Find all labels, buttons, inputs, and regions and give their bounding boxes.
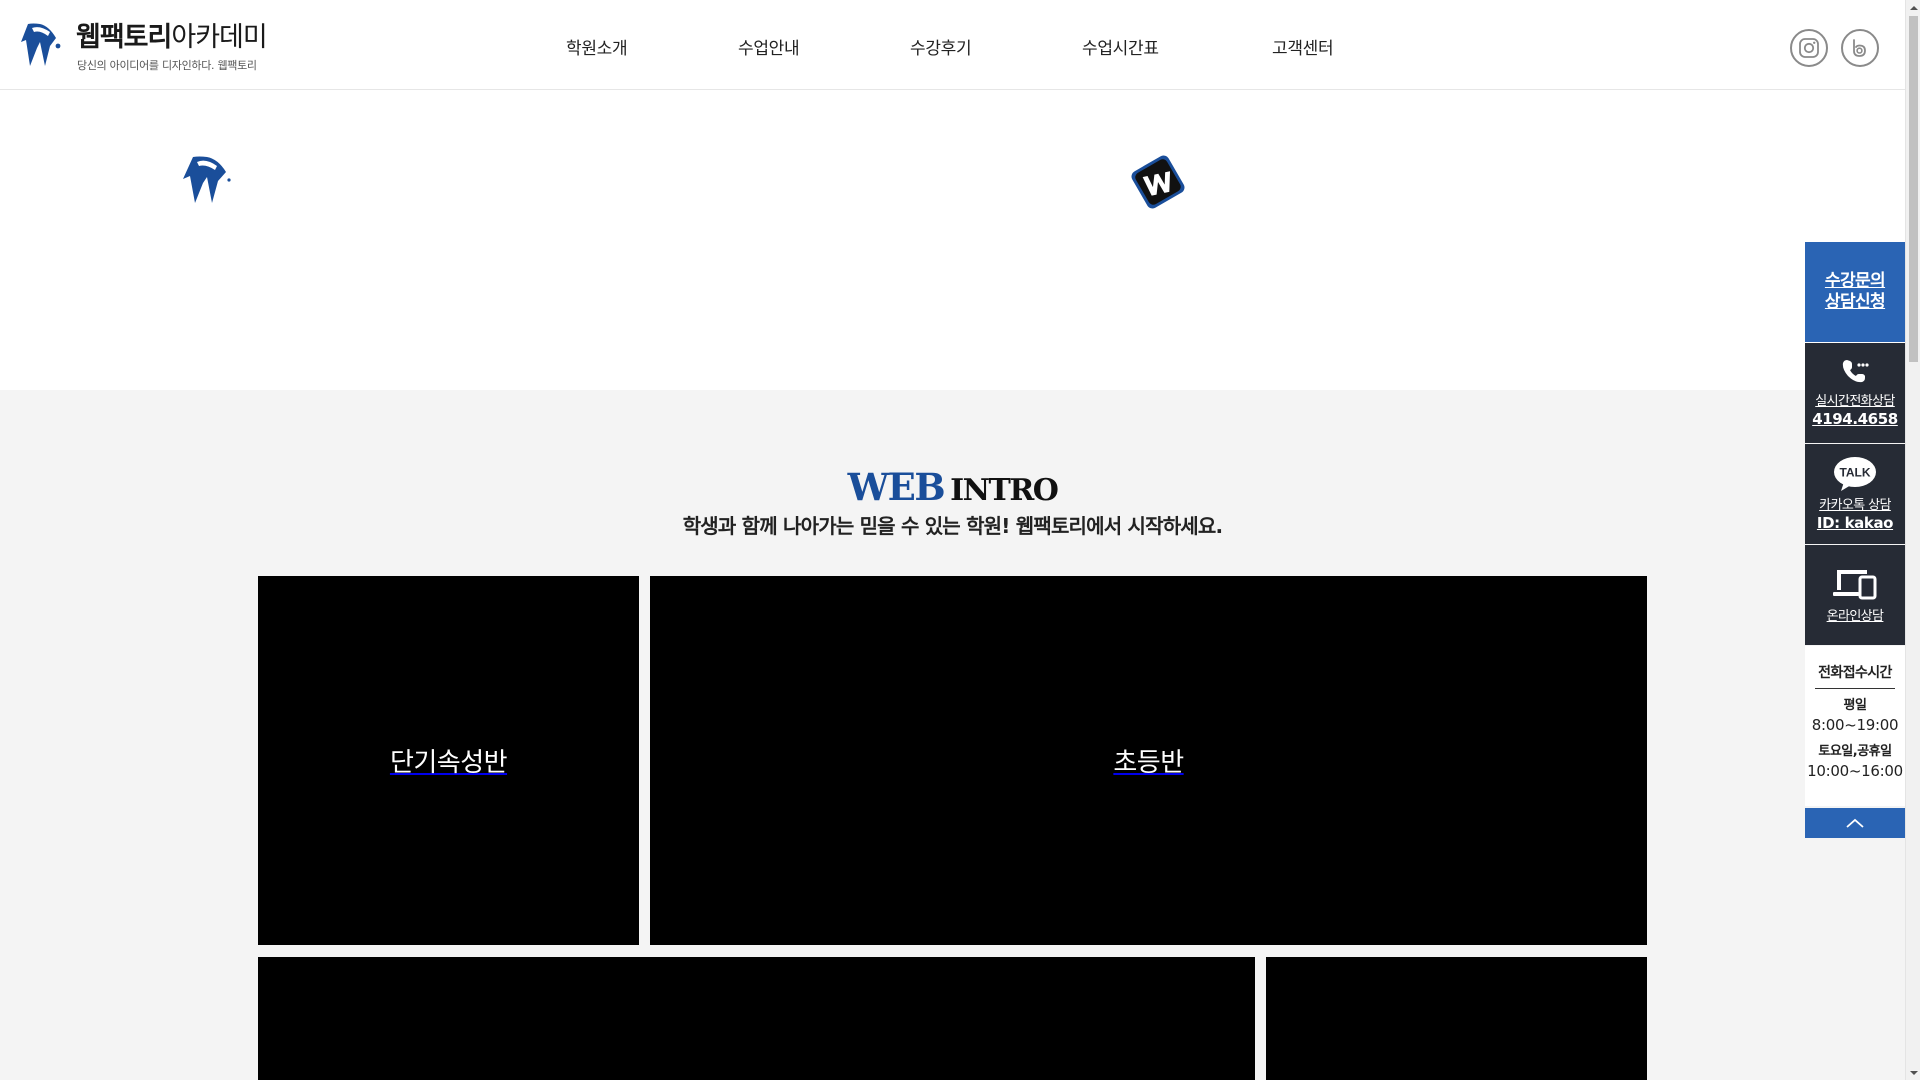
nav-item-timetable[interactable]: 수업시간표: [1082, 34, 1159, 59]
kakao-consult-label: 카카오톡 상담: [1819, 498, 1891, 513]
kakao-talk-icon: TALK: [1834, 457, 1876, 491]
kakao-badge-text: TALK: [1839, 466, 1870, 480]
scroll-up-arrow[interactable]: [1906, 0, 1920, 15]
nav-item-about[interactable]: 학원소개: [566, 34, 628, 59]
course-card-3[interactable]: [258, 957, 1255, 1080]
inquiry-button[interactable]: 수강문의 상담신청: [1805, 242, 1905, 342]
intro-subtitle: 학생과 함께 나아가는 믿을 수 있는 학원! 웹팩토리에서 시작하세요.: [682, 514, 1223, 538]
phone-consult-button[interactable]: 실시간전화상담 4194.4658: [1805, 343, 1905, 443]
hours-title: 전화접수시간: [1818, 665, 1892, 681]
scroll-down-arrow[interactable]: [1906, 1065, 1920, 1080]
kakao-consult-button[interactable]: TALK 카카오톡 상담 ID: kakao: [1805, 444, 1905, 544]
inquiry-line2: 상담신청: [1824, 292, 1886, 312]
instagram-icon: [1799, 38, 1819, 58]
phone-consult-label: 실시간전화상담: [1815, 394, 1895, 409]
page: 웹팩토리아카데미 당신의 아이디어를 디자인하다. 웹팩토리 학원소개 수업안내…: [0, 0, 1920, 1080]
hero-logo-icon: [183, 156, 231, 203]
course-card-intensive[interactable]: 단기속성반: [258, 576, 639, 945]
web-intro-section: WEB INTRO 학생과 함께 나아가는 믿을 수 있는 학원! 웹팩토리에서 …: [0, 390, 1905, 1080]
hours-divider: [1815, 688, 1895, 689]
nav-item-support[interactable]: 고객센터: [1272, 34, 1334, 59]
page-scrollbar[interactable]: [1905, 0, 1920, 1080]
intro-title-accent: WEB: [847, 465, 946, 509]
scroll-up-icon: [1909, 5, 1918, 10]
phone-number: 4194.4658: [1812, 410, 1898, 428]
scroll-thumb[interactable]: [1909, 16, 1918, 362]
weekend-time: 10:00~16:00: [1807, 762, 1903, 780]
scroll-top-button[interactable]: [1805, 808, 1905, 838]
weekday-time: 8:00~19:00: [1811, 716, 1899, 734]
hero-badge-icon: [1131, 155, 1185, 209]
weekday-label: 평일: [1843, 698, 1867, 713]
online-consult-label: 온라인상담: [1826, 608, 1884, 624]
nav-item-classes[interactable]: 수업안내: [738, 34, 800, 59]
scroll-down-icon: [1909, 1070, 1918, 1075]
weekend-label: 토요일,공휴일: [1818, 744, 1892, 759]
site-header: 웹팩토리아카데미 당신의 아이디어를 디자인하다. 웹팩토리 학원소개 수업안내…: [0, 0, 1905, 90]
devices-icon: [1833, 569, 1877, 599]
course-card-label: 단기속성반: [389, 748, 508, 778]
blog-icon: [1853, 39, 1866, 57]
intro-title: WEB INTRO: [0, 465, 1905, 509]
blog-link[interactable]: [1841, 29, 1879, 67]
phone-icon: [1842, 360, 1869, 383]
nav-item-reviews[interactable]: 수강후기: [910, 34, 972, 59]
course-card-label: 초등반: [1113, 748, 1184, 778]
intro-title-rest: INTRO: [950, 473, 1059, 508]
course-card-4[interactable]: [1266, 957, 1647, 1080]
chevron-up-icon: [1846, 818, 1864, 828]
instagram-link[interactable]: [1790, 29, 1828, 67]
online-consult-button[interactable]: 온라인상담: [1805, 545, 1905, 645]
phone-hours-box: 전화접수시간 평일 8:00~19:00 토요일,공휴일 10:00~16:00: [1805, 646, 1905, 806]
course-card-elementary[interactable]: 초등반: [650, 576, 1647, 945]
kakao-id: ID: kakao: [1816, 514, 1894, 532]
inquiry-line1: 수강문의: [1824, 271, 1886, 291]
hero-slider: [0, 91, 1905, 390]
main-nav: 학원소개 수업안내 수강후기 수업시간표 고객센터: [0, 0, 1905, 90]
